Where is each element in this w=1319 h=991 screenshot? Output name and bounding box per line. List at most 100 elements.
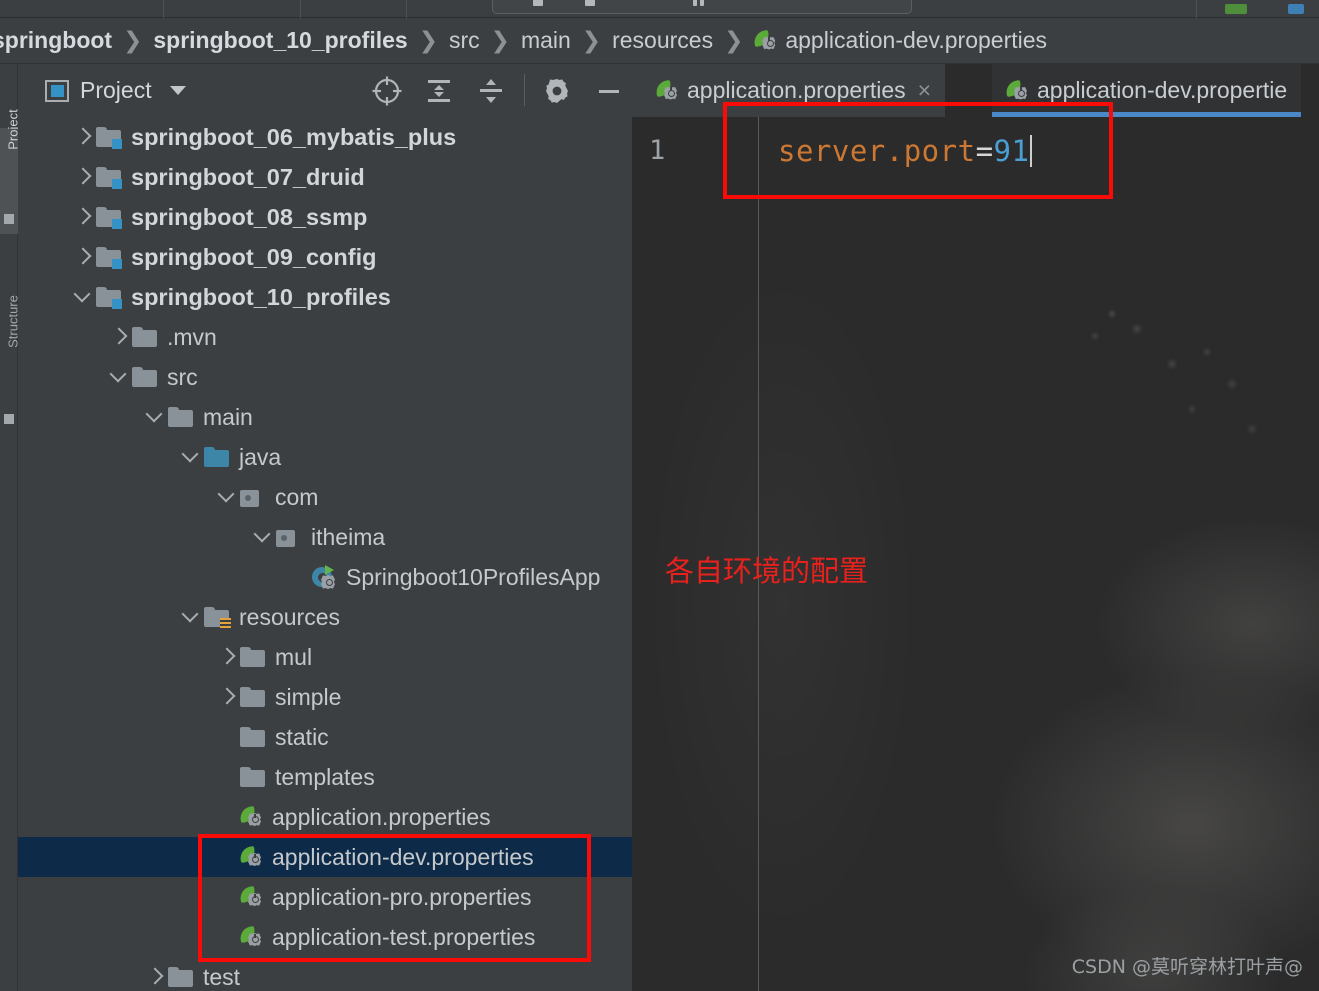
code-line[interactable]: server.port=91: [778, 134, 1033, 168]
breadcrumb-item-resources[interactable]: resources: [612, 27, 713, 54]
tree-row[interactable]: springboot_06_mybatis_plus: [18, 117, 632, 157]
module-folder-icon: [96, 246, 122, 269]
tree-row[interactable]: springboot_08_ssmp: [18, 197, 632, 237]
chevron-down-icon[interactable]: [106, 364, 132, 390]
tree-row[interactable]: resources: [18, 597, 632, 637]
breadcrumb-label: application-dev.properties: [785, 27, 1048, 53]
locate-in-tree-icon[interactable]: [370, 74, 404, 108]
tree-row[interactable]: application-pro.properties: [18, 877, 632, 917]
breadcrumb-item-application-dev-properties[interactable]: application-dev.properties: [753, 27, 1048, 54]
breadcrumb-separator-icon: ❯: [581, 27, 602, 53]
breadcrumb-item-src[interactable]: src: [449, 27, 480, 54]
run-button[interactable]: [1225, 4, 1247, 14]
tree-row[interactable]: static: [18, 717, 632, 757]
spring-properties-icon: [753, 29, 778, 52]
chevron-right-icon[interactable]: [70, 124, 96, 150]
folder-icon: [168, 406, 194, 428]
folder-icon: [240, 726, 266, 748]
spring-properties-icon: [1005, 79, 1030, 102]
property-value: 91: [993, 134, 1030, 168]
chevron-right-icon[interactable]: [214, 684, 240, 710]
tree-row[interactable]: application-dev.properties: [18, 837, 632, 877]
tree-row-label: com: [275, 483, 319, 510]
settings-gear-icon[interactable]: [540, 74, 574, 108]
tree-row[interactable]: simple: [18, 677, 632, 717]
debug-button[interactable]: [1288, 4, 1304, 14]
tree-row[interactable]: src: [18, 357, 632, 397]
tree-row-label: springboot_06_mybatis_plus: [131, 123, 457, 150]
expand-all-icon[interactable]: [422, 74, 456, 108]
breadcrumb-label: resources: [612, 27, 714, 53]
chevron-right-icon[interactable]: [142, 964, 168, 990]
tree-row[interactable]: mul: [18, 637, 632, 677]
project-tab-square-icon: [4, 214, 14, 224]
spring-properties-icon: [239, 926, 264, 948]
breadcrumb-separator-icon: ❯: [490, 27, 510, 53]
collapse-all-icon[interactable]: [474, 74, 508, 108]
breadcrumb-item-springboot[interactable]: springboot: [0, 27, 112, 54]
resource-folder-icon: [204, 606, 231, 630]
tree-row[interactable]: application-test.properties: [18, 917, 632, 957]
hide-panel-icon[interactable]: [592, 74, 626, 108]
chevron-down-icon[interactable]: [142, 404, 168, 430]
tree-row[interactable]: Springboot10ProfilesApp: [18, 557, 632, 597]
editor-tab-bar: application.properties × application-dev…: [632, 64, 1319, 117]
left-tool-window-bar: Project Structure: [0, 64, 21, 991]
editor-area: application.properties × application-dev…: [632, 64, 1319, 991]
tree-row-label: java: [239, 443, 282, 470]
tree-row[interactable]: main: [18, 397, 632, 437]
breadcrumb: springboot ❯ springboot_10_profiles ❯ sr…: [0, 18, 1319, 64]
tree-row[interactable]: test: [18, 957, 632, 991]
tree-row[interactable]: com: [18, 477, 632, 517]
chevron-down-icon[interactable]: [178, 444, 204, 470]
tree-row[interactable]: springboot_09_config: [18, 237, 632, 277]
breadcrumb-separator-icon: ❯: [123, 27, 143, 53]
breadcrumb-label: main: [520, 27, 571, 53]
close-icon[interactable]: ×: [918, 77, 931, 104]
tree-row[interactable]: application.properties: [18, 797, 632, 837]
chevron-right-icon[interactable]: [214, 644, 240, 670]
chevron-down-icon[interactable]: [70, 284, 96, 310]
spring-properties-icon: [239, 846, 264, 868]
chevron-right-icon[interactable]: [106, 324, 132, 350]
toolbar-divider: [524, 74, 525, 106]
tree-row-label: springboot_10_profiles: [131, 283, 391, 310]
tree-row-label: test: [203, 963, 241, 990]
spring-properties-icon: [655, 79, 680, 102]
text-caret: [1030, 135, 1033, 167]
tree-row[interactable]: springboot_07_druid: [18, 157, 632, 197]
tree-row[interactable]: springboot_10_profiles: [18, 277, 632, 317]
tree-row[interactable]: templates: [18, 757, 632, 797]
folder-icon: [168, 966, 194, 988]
run-config-selector[interactable]: [492, 0, 912, 14]
chevron-right-icon[interactable]: [70, 244, 96, 270]
chevron-down-icon[interactable]: [169, 86, 186, 95]
annotation-note-text: 各自环境的配置: [665, 554, 869, 588]
breadcrumb-item-main[interactable]: main: [521, 27, 571, 54]
tree-row-label: springboot_07_druid: [131, 163, 365, 190]
tree-row-label: static: [275, 723, 329, 750]
chevron-down-icon[interactable]: [250, 524, 276, 550]
editor-tab-application-dev-properties[interactable]: application-dev.propertie: [992, 64, 1302, 117]
chevron-right-icon[interactable]: [70, 204, 96, 230]
editor-tab-application-properties[interactable]: application.properties ×: [642, 64, 946, 117]
breadcrumb-item-springboot-10-profiles[interactable]: springboot_10_profiles: [153, 27, 407, 54]
folder-icon: [132, 326, 158, 348]
tree-row[interactable]: java: [18, 437, 632, 477]
tree-row-label: application-test.properties: [272, 923, 536, 950]
chevron-down-icon[interactable]: [214, 484, 240, 510]
tree-row-label: springboot_08_ssmp: [131, 203, 368, 230]
tree-row[interactable]: .mvn: [18, 317, 632, 357]
module-folder-icon: [96, 286, 122, 309]
property-key: server.port: [778, 134, 976, 168]
breadcrumb-label: springboot_10_profiles: [153, 27, 408, 53]
tree-row[interactable]: itheima: [18, 517, 632, 557]
chevron-down-icon[interactable]: [178, 604, 204, 630]
project-tree[interactable]: springboot_06_mybatis_plus springboot_07_…: [18, 117, 632, 991]
chevron-right-icon[interactable]: [70, 164, 96, 190]
